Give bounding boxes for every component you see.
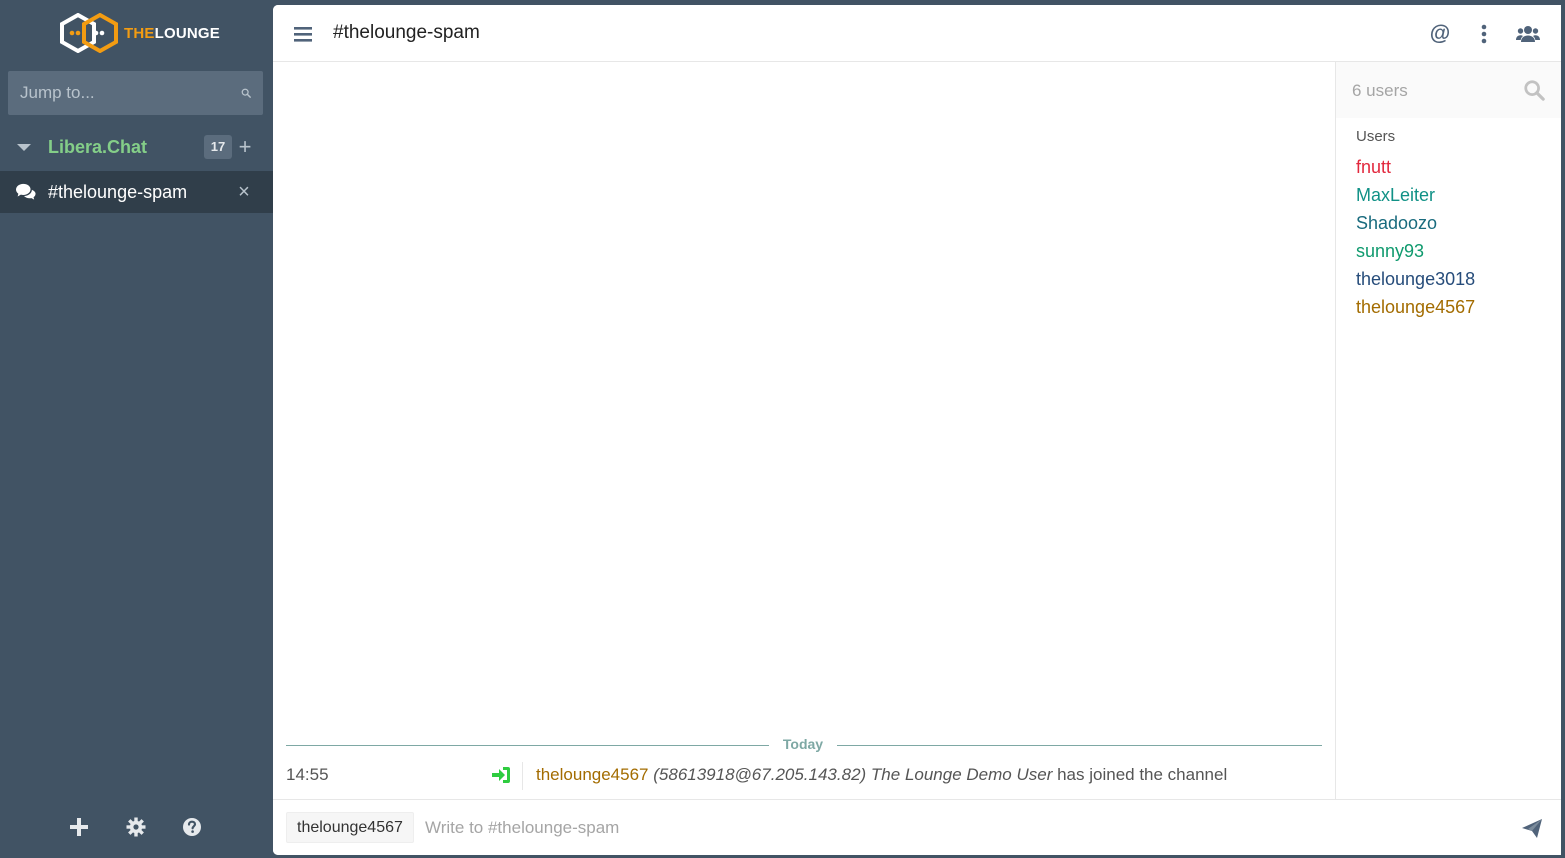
message-action: has joined the channel (1057, 765, 1228, 784)
gear-icon (126, 817, 146, 837)
message-divider (522, 762, 523, 790)
menu-icon[interactable] (293, 25, 313, 43)
user-item[interactable]: fnutt (1356, 156, 1475, 184)
user-item[interactable]: thelounge3018 (1356, 268, 1475, 296)
plus-icon (70, 818, 88, 836)
sidebar-footer (0, 810, 273, 844)
search-icon[interactable] (241, 82, 251, 104)
sidebar: THELOUNGE Libera.Chat 17 + #thelounge-sp… (0, 0, 273, 858)
logo-wordmark: THELOUNGE (124, 25, 220, 42)
nick-button[interactable]: thelounge4567 (286, 812, 414, 843)
user-search-input[interactable] (1352, 79, 1512, 103)
search-icon[interactable] (1523, 79, 1545, 101)
message-hostmask: (58613918@67.205.143.82) (653, 765, 867, 784)
jump-to-input[interactable] (20, 83, 241, 103)
date-marker-line (286, 745, 769, 746)
message-body: thelounge4567 (58613918@67.205.143.82) T… (536, 765, 1227, 785)
user-list-heading: Users (1356, 128, 1396, 145)
message-input[interactable] (425, 814, 1485, 842)
help-button[interactable] (179, 814, 205, 840)
logo[interactable]: THELOUNGE (58, 12, 220, 54)
connect-network-button[interactable] (66, 814, 92, 840)
logo-icon (60, 13, 118, 53)
date-marker-line (837, 745, 1322, 746)
sign-in-icon (492, 767, 510, 783)
message-list: Today 14:55 thelounge4567 (58613918@67.2… (273, 62, 1335, 799)
message-composer: thelounge4567 (273, 799, 1561, 855)
app-root: THELOUNGE Libera.Chat 17 + #thelounge-sp… (0, 0, 1565, 858)
message-realname: The Lounge Demo User (870, 765, 1053, 784)
user-item[interactable]: MaxLeiter (1356, 184, 1475, 212)
users-icon (1516, 26, 1540, 42)
send-icon[interactable] (1520, 816, 1544, 840)
unread-count-badge: 17 (204, 135, 232, 159)
toggle-userlist-button[interactable] (1516, 21, 1540, 47)
user-list-items: fnutt MaxLeiter Shadoozo sunny93 thelounge30… (1356, 156, 1475, 324)
user-list: Users fnuttMaxLeiterShadoozosunny93thelo… (1335, 62, 1561, 799)
logo-wordmark-prefix: THE (124, 24, 155, 42)
join-message: 14:55 thelounge4567 (58613918@67.205.143… (273, 762, 1335, 790)
channel-options-button[interactable] (1472, 21, 1496, 47)
network-name[interactable]: Libera.Chat (48, 137, 147, 158)
channel-title: #thelounge-spam (333, 22, 480, 43)
logo-wordmark-suffix: LOUNGE (154, 24, 220, 42)
date-marker-label: Today (782, 736, 824, 752)
message-time: 14:55 (286, 765, 329, 784)
message-nick[interactable]: thelounge4567 (536, 765, 649, 784)
network-libera-chat[interactable]: Libera.Chat 17 + (0, 130, 273, 166)
user-item[interactable]: sunny93 (1356, 240, 1475, 268)
comments-icon (16, 183, 36, 200)
sidebar-item-thelounge-spam[interactable]: #thelounge-spam × (0, 171, 273, 213)
date-marker: Today (286, 736, 1322, 756)
chat-panel: #thelounge-spam @ Today 14:55 thelounge4… (273, 5, 1561, 855)
jump-to-box (8, 71, 263, 115)
mentions-button[interactable]: @ (1428, 21, 1452, 47)
settings-button[interactable] (123, 814, 149, 840)
chat-header: #thelounge-spam @ (273, 5, 1561, 62)
collapse-caret-icon[interactable] (17, 144, 31, 151)
user-item[interactable]: Shadoozo (1356, 212, 1475, 240)
join-channel-button[interactable]: + (236, 134, 254, 160)
channel-name: #thelounge-spam (48, 182, 188, 202)
user-item[interactable]: thelounge4567 (1356, 296, 1475, 324)
user-search-box (1336, 62, 1561, 118)
more-vertical-icon (1481, 24, 1487, 44)
help-circle-icon (183, 818, 201, 836)
close-channel-icon[interactable]: × (235, 182, 253, 202)
